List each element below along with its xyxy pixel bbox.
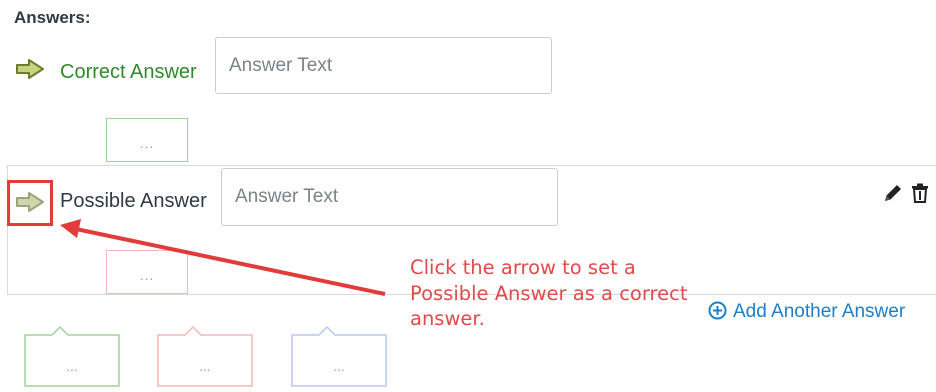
comment-bubble-dots: ...	[66, 358, 78, 374]
plus-circle-icon	[708, 301, 727, 320]
comment-bubble-blue[interactable]: ...	[291, 325, 387, 387]
add-another-answer-label: Add Another Answer	[733, 301, 906, 322]
comment-bubble-red[interactable]: ...	[157, 325, 253, 387]
comment-bubble-green[interactable]: ...	[24, 325, 120, 387]
comment-bubble-dots: ...	[333, 358, 345, 374]
comment-bubble-dots: ...	[199, 358, 211, 374]
annotation-arrow	[60, 219, 386, 296]
add-another-answer-link[interactable]: Add Another Answer	[708, 301, 905, 323]
callout-annotation-text: Click the arrow to set a Possible Answer…	[410, 256, 688, 330]
